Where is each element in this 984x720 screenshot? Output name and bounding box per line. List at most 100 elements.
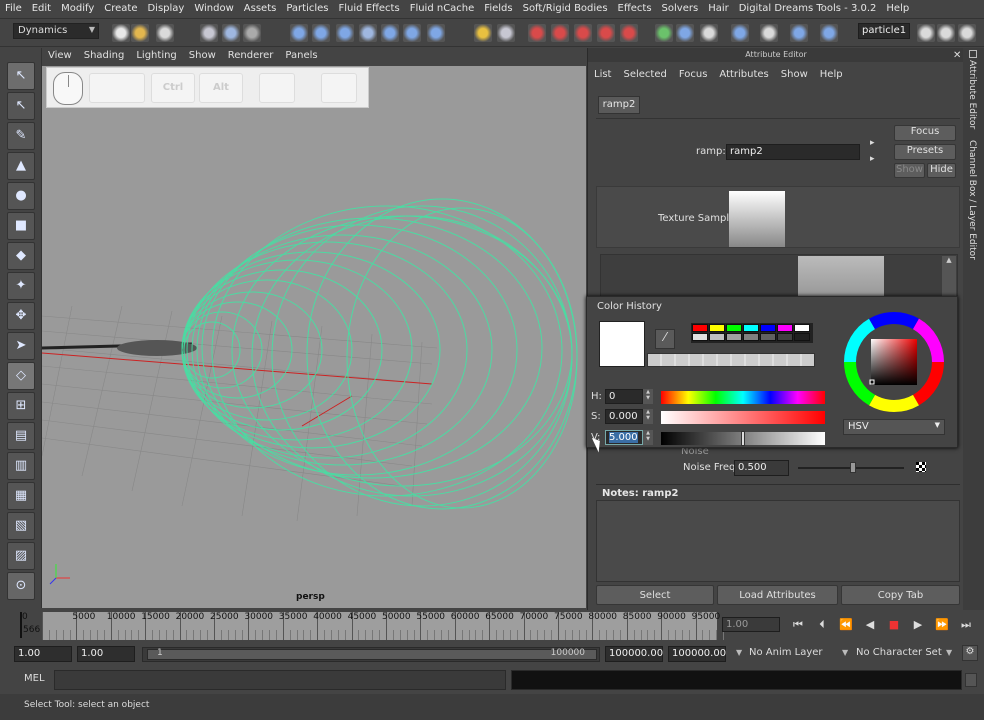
perspective-viewport[interactable]: persp (42, 66, 586, 608)
history-swatch[interactable] (709, 324, 725, 332)
status-line-tool-icon[interactable] (574, 24, 592, 42)
s-field[interactable]: 0.000 (605, 409, 643, 424)
history-swatch[interactable] (726, 324, 742, 332)
status-line-tool-icon[interactable] (381, 24, 399, 42)
playback-end-field[interactable]: 100000.00 (605, 646, 663, 662)
menu-item[interactable]: Window (189, 0, 238, 19)
load-attributes-button[interactable]: Load Attributes (717, 585, 838, 605)
object-name-field[interactable]: particle1 (858, 23, 910, 39)
status-line-tool-icon[interactable] (731, 24, 749, 42)
scrollbar[interactable]: ▲ (942, 256, 956, 296)
time-slider[interactable]: 0 5000 10000 15000 20000 25000 30000 35000 40000… (22, 612, 725, 640)
menu-item[interactable]: Particles (281, 0, 333, 19)
scroll-up-icon[interactable]: ▲ (942, 256, 956, 264)
current-time-marker[interactable] (20, 612, 22, 638)
chevron-down-icon[interactable]: ▼ (946, 648, 952, 657)
tab-channel-box[interactable]: Channel Box / Layer Editor (967, 140, 977, 260)
close-icon[interactable]: ✕ (953, 50, 961, 61)
menu-item[interactable]: Modify (56, 0, 99, 19)
empty-history-slots[interactable] (647, 353, 815, 367)
menu-item[interactable]: Soft/Rigid Bodies (518, 0, 613, 19)
menu-item[interactable]: File (0, 0, 27, 19)
four-view-icon[interactable]: ⊞ (7, 392, 35, 420)
hide-button[interactable]: Hide (927, 163, 956, 178)
status-line-tool-icon[interactable] (528, 24, 546, 42)
history-swatch[interactable] (777, 324, 793, 332)
status-line-tool-icon[interactable] (917, 24, 935, 42)
select-tool-icon[interactable]: ↖ (7, 62, 35, 90)
menu-item[interactable]: Solvers (657, 0, 704, 19)
input-connections-icon[interactable]: ▸ (870, 138, 875, 148)
mel-label[interactable]: MEL (24, 673, 45, 684)
map-button-icon[interactable] (916, 462, 926, 472)
history-swatch[interactable] (709, 333, 725, 341)
color-wheel[interactable] (841, 309, 947, 415)
menu-set-dropdown[interactable]: Dynamics ▼ (13, 23, 99, 39)
show-button[interactable]: Show (894, 163, 925, 178)
s-stepper-icon[interactable]: ▲ ▼ (643, 409, 653, 424)
eyedropper-icon[interactable]: ⁄ (655, 329, 675, 349)
menu-item[interactable]: Display (142, 0, 189, 19)
step-forward-frame-icon[interactable]: ⏩ (932, 618, 952, 634)
show-manip-icon[interactable]: ✥ (7, 302, 35, 330)
texture-swatch[interactable] (729, 191, 785, 247)
script-editor-icon[interactable] (965, 673, 977, 687)
scale-tool-icon[interactable]: ■ (7, 212, 35, 240)
lock-icon[interactable]: ⊙ (7, 572, 35, 600)
script-view-icon[interactable]: ▨ (7, 542, 35, 570)
end-time-field[interactable]: 100000.00 (668, 646, 726, 662)
history-swatch[interactable] (692, 333, 708, 341)
outliner-view-icon[interactable]: ▥ (7, 452, 35, 480)
status-line-tool-icon[interactable] (427, 24, 445, 42)
preferences-icon[interactable]: ⚙ (962, 645, 978, 661)
status-line-tool-icon[interactable] (200, 24, 218, 42)
graph-view-icon[interactable]: ▦ (7, 482, 35, 510)
select-button[interactable]: Select (596, 585, 714, 605)
status-line-tool-icon[interactable] (655, 24, 673, 42)
v-field[interactable]: 5.000 (605, 430, 643, 445)
status-line-tool-icon[interactable] (551, 24, 569, 42)
menu-item[interactable]: Edit (27, 0, 56, 19)
status-line-tool-icon[interactable] (937, 24, 955, 42)
menu-item[interactable]: Hair (703, 0, 734, 19)
start-time-field[interactable]: 1.00 (14, 646, 72, 662)
chevron-down-icon[interactable]: ▼ (842, 648, 848, 657)
status-line-tool-icon[interactable] (312, 24, 330, 42)
menu-item[interactable]: Create (99, 0, 142, 19)
h-field[interactable]: 0 (605, 389, 643, 404)
status-line-tool-icon[interactable] (336, 24, 354, 42)
chevron-down-icon[interactable]: ▼ (736, 648, 742, 657)
focus-button[interactable]: Focus (894, 125, 956, 141)
panel-menu-item[interactable]: Panels (279, 48, 323, 63)
ae-menu-item[interactable]: Selected (617, 64, 672, 80)
history-swatch[interactable] (794, 324, 810, 332)
saturation-slider[interactable] (661, 411, 825, 424)
go-to-end-icon[interactable]: ⏭ (956, 618, 976, 634)
color-history-swatches[interactable] (691, 323, 813, 343)
color-mode-dropdown[interactable]: HSV ▼ (843, 419, 945, 435)
play-back-icon[interactable]: ◀ (860, 618, 880, 634)
panel-menu-item[interactable]: Show (183, 48, 222, 63)
ae-menu-item[interactable]: Help (814, 64, 849, 80)
status-line-tool-icon[interactable] (497, 24, 515, 42)
menu-item[interactable]: Assets (239, 0, 282, 19)
menu-item[interactable]: Effects (613, 0, 657, 19)
h-stepper-icon[interactable]: ▲ ▼ (643, 389, 653, 404)
move-tool-icon[interactable]: ▲ (7, 152, 35, 180)
character-set-label[interactable]: No Character Set (856, 647, 942, 658)
output-connections-icon[interactable]: ▸ (870, 154, 875, 164)
ramp-preview[interactable] (798, 256, 884, 296)
anim-layer-label[interactable]: No Anim Layer (749, 647, 823, 658)
history-swatch[interactable] (760, 324, 776, 332)
status-line-tool-icon[interactable] (403, 24, 421, 42)
command-input[interactable] (54, 670, 506, 690)
v-stepper-icon[interactable]: ▲ ▼ (643, 430, 653, 445)
history-swatch[interactable] (794, 333, 810, 341)
rotate-tool-icon[interactable]: ● (7, 182, 35, 210)
universal-manip-icon[interactable]: ◆ (7, 242, 35, 270)
status-line-tool-icon[interactable] (243, 24, 261, 42)
presets-button[interactable]: Presets (894, 144, 956, 160)
last-tool-icon[interactable]: ➤ (7, 332, 35, 360)
panel-menu-item[interactable]: Lighting (130, 48, 182, 63)
menu-item[interactable]: Fluid nCache (405, 0, 480, 19)
